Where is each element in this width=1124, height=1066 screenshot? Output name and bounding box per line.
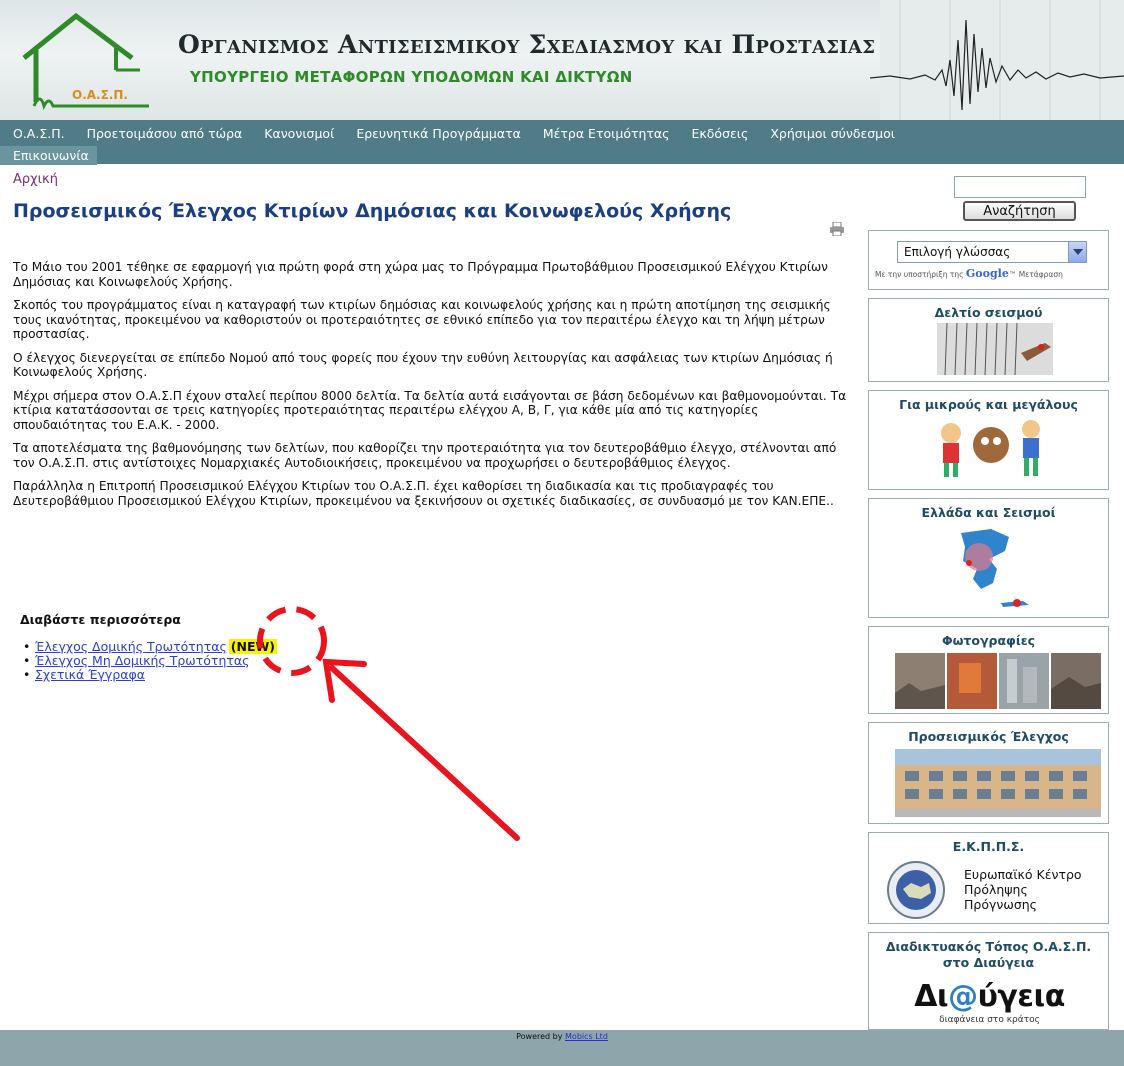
earthquake-photos-icon bbox=[895, 653, 1101, 709]
ekpps-line: Ευρωπαϊκό Κέντρο bbox=[964, 867, 1082, 882]
site-header: Ο.Α.Σ.Π. Οργανισμος Αντισεισμικου Σχεδια… bbox=[0, 0, 1124, 120]
nav-row-1: Ο.Α.Σ.Π. Προετοιμάσου από τώρα Κανονισμο… bbox=[0, 122, 904, 144]
nav-item-publications[interactable]: Εκδόσεις bbox=[679, 126, 758, 141]
paragraph: Ο έλεγχος διενεργείται σε επίπεδο Νομού … bbox=[13, 350, 833, 380]
nav-item-regulations[interactable]: Κανονισμοί bbox=[251, 126, 343, 141]
google-note-suffix: ™ Μετάφραση bbox=[1008, 270, 1063, 279]
paragraph: Σκοπός του προγράμματος είναι η καταγραφ… bbox=[13, 298, 831, 341]
paragraph: Το Μάιο του 2001 τέθηκε σε εφαρμογή για … bbox=[13, 260, 828, 289]
article-body: Το Μάιο του 2001 τέθηκε σε εφαρμογή για … bbox=[13, 260, 848, 517]
nav-item-links[interactable]: Χρήσιμοι σύνδεσμοι bbox=[757, 126, 904, 141]
language-select-value: Επιλογή γλώσσας bbox=[904, 245, 1011, 259]
chevron-down-icon[interactable] bbox=[1068, 242, 1086, 262]
link-structural-vulnerability[interactable]: Έλεγχος Δομικής Τρωτότητας bbox=[35, 639, 227, 654]
precheck-box[interactable]: Προσεισμικός Έλεγχος bbox=[868, 722, 1109, 824]
box-title: Ε.Κ.Π.Π.Σ. bbox=[952, 839, 1025, 854]
footer: Powered by Mobics Ltd bbox=[0, 1030, 1124, 1066]
footer-text: Powered by Mobics Ltd bbox=[0, 1032, 1124, 1041]
nav-item-research[interactable]: Ερευνητικά Προγράμματα bbox=[343, 126, 530, 141]
footer-link[interactable]: Mobics Ltd bbox=[565, 1032, 608, 1041]
box-title: Προσεισμικός Έλεγχος bbox=[908, 729, 1069, 744]
nav-row-2: Επικοινωνία bbox=[0, 144, 97, 166]
list-item: Έλεγχος Μη Δομικής Τρωτότητας bbox=[20, 653, 277, 669]
diavgeia-box[interactable]: Διαδικτυακός Τόπος Ο.Α.Σ.Π. στο Διαύγεια… bbox=[868, 932, 1109, 1030]
site-title: Οργανισμος Αντισεισμικου Σχεδιασμου και … bbox=[178, 30, 876, 59]
translate-box: Επιλογή γλώσσας Με την υποστήριξη της Go… bbox=[868, 230, 1109, 290]
google-brand: Google bbox=[965, 267, 1009, 280]
paragraph: Μέχρι σήμερα στον Ο.Α.Σ.Π έχουν σταλεί π… bbox=[13, 388, 847, 432]
greece-map-icon bbox=[961, 529, 1029, 607]
nav-item-prepare[interactable]: Προετοιμάσου από τώρα bbox=[74, 126, 252, 141]
logo-text: Ο.Α.Σ.Π. bbox=[72, 88, 128, 102]
link-related-documents[interactable]: Σχετικά Έγγραφα bbox=[35, 667, 145, 682]
kids-box[interactable]: Για μικρούς και μεγάλους bbox=[868, 390, 1109, 490]
seismograph-photo-icon bbox=[937, 323, 1053, 375]
diavgeia-logo: Δι@ύγεια bbox=[869, 979, 1110, 1014]
link-nonstructural-vulnerability[interactable]: Έλεγχος Μη Δομικής Τρωτότητας bbox=[35, 653, 249, 668]
ekpps-line: Πρόγνωσης bbox=[964, 897, 1038, 912]
page-title: Προσεισμικός Έλεγχος Κτιρίων Δημόσιας κα… bbox=[13, 200, 732, 222]
box-title: Ελλάδα και Σεισμοί bbox=[921, 505, 1056, 520]
photos-box[interactable]: Φωτογραφίες bbox=[868, 626, 1109, 714]
box-title: Φωτογραφίες bbox=[941, 633, 1036, 648]
footer-prefix: Powered by bbox=[516, 1032, 563, 1041]
box-title: στο Διαύγεια bbox=[942, 955, 1035, 970]
google-note-prefix: Με την υποστήριξη της bbox=[875, 270, 964, 279]
list-item: Έλεγχος Δομικής Τρωτότητας(NEW) bbox=[20, 639, 278, 654]
search-button[interactable]: Αναζήτηση bbox=[963, 201, 1076, 221]
breadcrumb[interactable]: Αρχική bbox=[13, 172, 58, 187]
seismograph-icon bbox=[870, 0, 1124, 120]
nav-item-preparedness[interactable]: Μέτρα Ετοιμότητας bbox=[530, 126, 679, 141]
box-title: Διαδικτυακός Τόπος Ο.Α.Σ.Π. bbox=[885, 939, 1092, 954]
main-content: Αρχική Προσεισμικός Έλεγχος Κτιρίων Δημό… bbox=[0, 164, 862, 1030]
bulletin-box[interactable]: Δελτίο σεισμού bbox=[868, 298, 1109, 382]
search-input[interactable] bbox=[954, 176, 1086, 198]
language-select[interactable]: Επιλογή γλώσσας bbox=[897, 241, 1087, 263]
nav-item-oasp[interactable]: Ο.Α.Σ.Π. bbox=[0, 126, 74, 141]
greece-earthquakes-box[interactable]: Ελλάδα και Σεισμοί bbox=[868, 498, 1109, 618]
box-title: Δελτίο σεισμού bbox=[934, 305, 1043, 320]
nav-item-contact[interactable]: Επικοινωνία bbox=[0, 145, 97, 165]
ekpps-box[interactable]: Ε.Κ.Π.Π.Σ. Ευρωπαϊκό Κέντρο Πρόληψης Πρό… bbox=[868, 832, 1109, 924]
new-badge: (NEW) bbox=[228, 639, 278, 654]
diavgeia-tagline: διαφάνεια στο κράτος bbox=[939, 1015, 1040, 1025]
site-subtitle: ΥΠΟΥΡΓΕΙΟ ΜΕΤΑΦΟΡΩΝ ΥΠΟΔΟΜΩΝ ΚΑΙ ΔΙΚΤΥΩΝ bbox=[190, 68, 633, 86]
diavgeia-logo-at: @ bbox=[948, 979, 978, 1014]
paragraph: Τα αποτελέσματα της βαθμονόμησης των δελ… bbox=[13, 441, 837, 470]
print-icon[interactable] bbox=[829, 222, 845, 236]
paragraph: Παράλληλα η Επιτροπή Προσεισμικού Ελέγχο… bbox=[13, 479, 834, 508]
diavgeia-logo-part: ύγεια bbox=[977, 979, 1066, 1014]
ekpps-description: Ευρωπαϊκό Κέντρο Πρόληψης Πρόγνωσης bbox=[964, 867, 1082, 912]
diavgeia-logo-part: Δι bbox=[914, 979, 949, 1014]
read-more-list: Έλεγχος Δομικής Τρωτότητας(NEW) Έλεγχος … bbox=[20, 639, 278, 683]
main-nav: Ο.Α.Σ.Π. Προετοιμάσου από τώρα Κανονισμο… bbox=[0, 120, 1124, 166]
read-more-title: Διαβάστε περισσότερα bbox=[20, 612, 181, 627]
box-title: Για μικρούς και μεγάλους bbox=[899, 397, 1078, 412]
house-logo-icon[interactable]: Ο.Α.Σ.Π. bbox=[14, 8, 174, 116]
ekpps-line: Πρόληψης bbox=[964, 882, 1028, 897]
school-building-icon bbox=[895, 749, 1101, 817]
ekpps-seal-icon bbox=[887, 861, 945, 919]
google-translate-note: Με την υποστήριξη της Google™ Μετάφραση bbox=[875, 267, 1063, 280]
kids-characters-icon bbox=[941, 420, 1040, 477]
list-item: Σχετικά Έγγραφα bbox=[20, 667, 277, 683]
